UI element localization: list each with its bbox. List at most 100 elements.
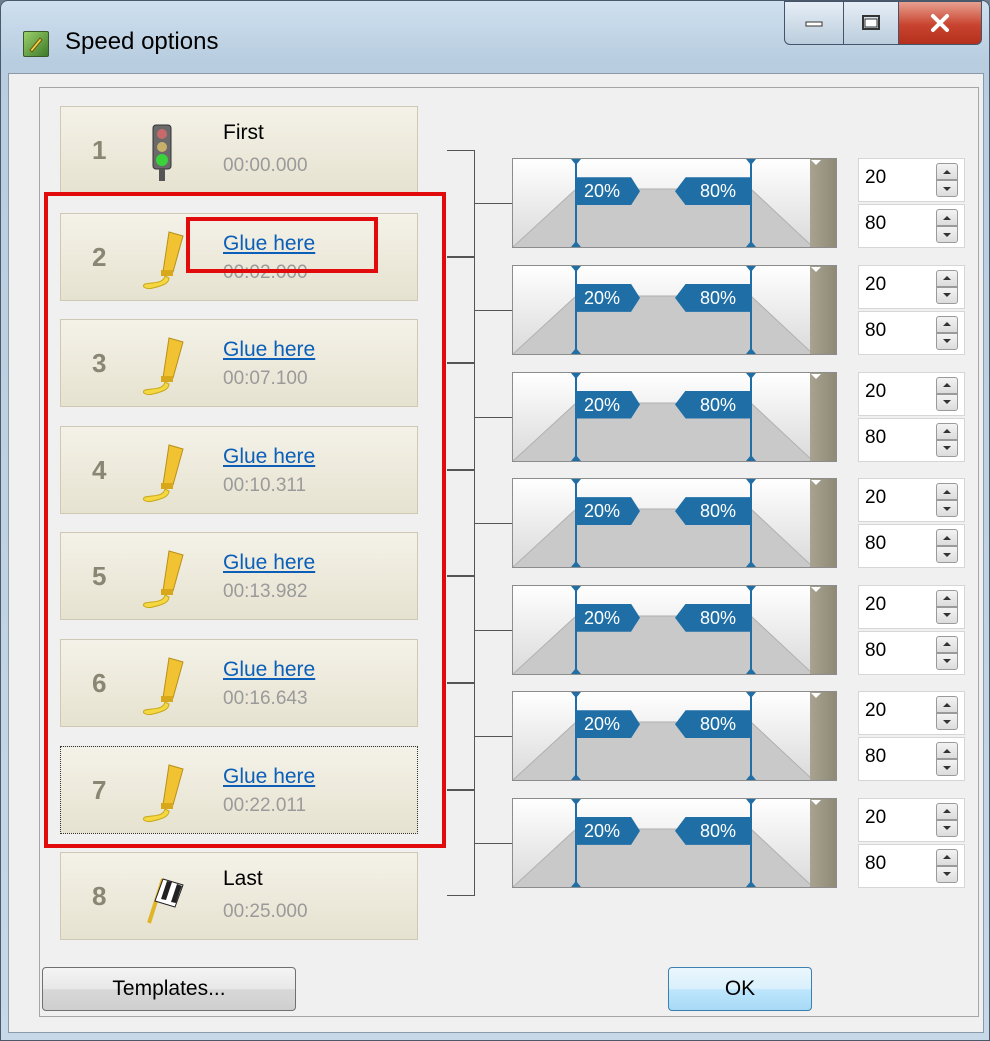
ease-out-tag[interactable]: 80% (675, 710, 751, 739)
curve-dropdown-button[interactable] (810, 692, 836, 781)
speed-curve-4[interactable]: 20% 80% (512, 478, 837, 569)
slide-row-8[interactable]: 8 Last 00:25.000 (60, 852, 418, 941)
ease-in-spinbox[interactable]: 20 (858, 264, 965, 309)
spin-up-button[interactable] (936, 529, 958, 547)
spin-value[interactable]: 80 (865, 533, 886, 555)
spin-down-button[interactable] (936, 439, 958, 457)
spin-value[interactable]: 20 (865, 381, 886, 403)
spin-up-button[interactable] (936, 696, 958, 714)
slide-row-1[interactable]: 1 First 00:00.000 (60, 106, 418, 194)
ease-out-tag[interactable]: 80% (675, 497, 751, 526)
ease-out-spinbox[interactable]: 80 (858, 630, 965, 675)
spin-down-button[interactable] (936, 500, 958, 518)
speed-curve-6[interactable]: 20% 80% (512, 691, 837, 782)
speed-curve-7[interactable]: 20% 80% (512, 797, 837, 888)
spin-down-button[interactable] (936, 865, 958, 883)
spin-up-button[interactable] (936, 422, 958, 440)
ease-in-tag[interactable]: 20% (576, 283, 640, 312)
templates-button[interactable]: Templates... (42, 967, 296, 1011)
spin-up-button[interactable] (936, 848, 958, 866)
ease-out-spinbox[interactable]: 80 (858, 417, 965, 462)
ease-out-tag[interactable]: 80% (675, 283, 751, 312)
ease-in-tag[interactable]: 20% (576, 710, 640, 739)
spin-value[interactable]: 20 (865, 594, 886, 616)
speed-curve-3[interactable]: 20% 80% (512, 371, 837, 462)
spin-up-button[interactable] (936, 163, 958, 181)
spin-value[interactable]: 80 (865, 320, 886, 342)
spin-value[interactable]: 80 (865, 640, 886, 662)
ease-in-tag[interactable]: 20% (576, 497, 640, 526)
spin-down-button[interactable] (936, 226, 958, 244)
spin-down-button[interactable] (936, 286, 958, 304)
spin-buttons (936, 163, 958, 198)
spin-up-button[interactable] (936, 376, 958, 394)
ease-out-spinbox[interactable]: 80 (858, 843, 965, 888)
spin-value[interactable]: 80 (865, 746, 886, 768)
transition-bracket (447, 150, 475, 257)
spin-up-button[interactable] (936, 483, 958, 501)
ease-in-spinbox[interactable]: 20 (858, 797, 965, 842)
spin-value[interactable]: 20 (865, 807, 886, 829)
curve-dropdown-button[interactable] (810, 372, 836, 461)
close-icon (931, 14, 949, 32)
spin-down-button[interactable] (936, 606, 958, 624)
spin-up-button[interactable] (936, 635, 958, 653)
ease-in-tag[interactable]: 20% (576, 177, 640, 206)
spin-value[interactable]: 80 (865, 853, 886, 875)
ease-out-tag[interactable]: 80% (675, 603, 751, 632)
ease-in-spinbox[interactable]: 20 (858, 584, 965, 629)
spin-down-button[interactable] (936, 393, 958, 411)
spin-down-button[interactable] (936, 819, 958, 837)
spin-value[interactable]: 20 (865, 487, 886, 509)
close-button[interactable] (898, 1, 982, 45)
ok-button[interactable]: OK (668, 967, 812, 1011)
curve-dropdown-button[interactable] (810, 585, 836, 674)
spin-up-button[interactable] (936, 742, 958, 760)
curve-dropdown-button[interactable] (810, 479, 836, 568)
ease-out-spinbox[interactable]: 80 (858, 204, 965, 249)
spin-value[interactable]: 20 (865, 700, 886, 722)
spin-down-button[interactable] (936, 652, 958, 670)
speed-curve-2[interactable]: 20% 80% (512, 264, 837, 355)
transition-connector (475, 842, 513, 844)
spin-up-button[interactable] (936, 315, 958, 333)
transition-connector (475, 629, 513, 631)
speed-curve-1[interactable]: 20% 80% (512, 158, 837, 249)
ease-in-spinbox[interactable]: 20 (858, 691, 965, 736)
minimize-button[interactable] (784, 1, 844, 45)
ease-out-tag[interactable]: 80% (675, 177, 751, 206)
spin-buttons (936, 315, 958, 350)
speed-curve-5[interactable]: 20% 80% (512, 584, 837, 675)
curve-dropdown-button[interactable] (810, 798, 836, 887)
spin-value[interactable]: 80 (865, 427, 886, 449)
curve-dropdown-button[interactable] (810, 265, 836, 354)
spin-up-button[interactable] (936, 269, 958, 287)
ease-in-tag[interactable]: 20% (576, 603, 640, 632)
spin-value[interactable]: 80 (865, 213, 886, 235)
ease-in-spinbox[interactable]: 20 (858, 371, 965, 416)
spin-value[interactable]: 20 (865, 167, 886, 189)
spin-down-button[interactable] (936, 759, 958, 777)
spin-down-button[interactable] (936, 713, 958, 731)
ease-in-spinbox[interactable]: 20 (858, 158, 965, 203)
spin-up-button[interactable] (936, 209, 958, 227)
ease-out-spinbox[interactable]: 80 (858, 524, 965, 569)
spin-up-button[interactable] (936, 589, 958, 607)
ease-in-tag[interactable]: 20% (576, 390, 640, 419)
maximize-button[interactable] (843, 1, 899, 45)
traffic-light-icon (139, 121, 195, 183)
curve-dropdown-button[interactable] (810, 159, 836, 248)
ease-out-spinbox[interactable]: 80 (858, 310, 965, 355)
ease-out-tag[interactable]: 80% (675, 816, 751, 845)
spin-down-button[interactable] (936, 546, 958, 564)
spin-down-button[interactable] (936, 180, 958, 198)
spin-down-button[interactable] (936, 332, 958, 350)
title-bar[interactable]: Speed options (1, 1, 989, 79)
ease-out-spinbox[interactable]: 80 (858, 737, 965, 782)
ease-in-tag[interactable]: 20% (576, 816, 640, 845)
spin-up-button[interactable] (936, 802, 958, 820)
arrow-down-icon (943, 719, 951, 724)
spin-value[interactable]: 20 (865, 274, 886, 296)
ease-in-spinbox[interactable]: 20 (858, 478, 965, 523)
ease-out-tag[interactable]: 80% (675, 390, 751, 419)
